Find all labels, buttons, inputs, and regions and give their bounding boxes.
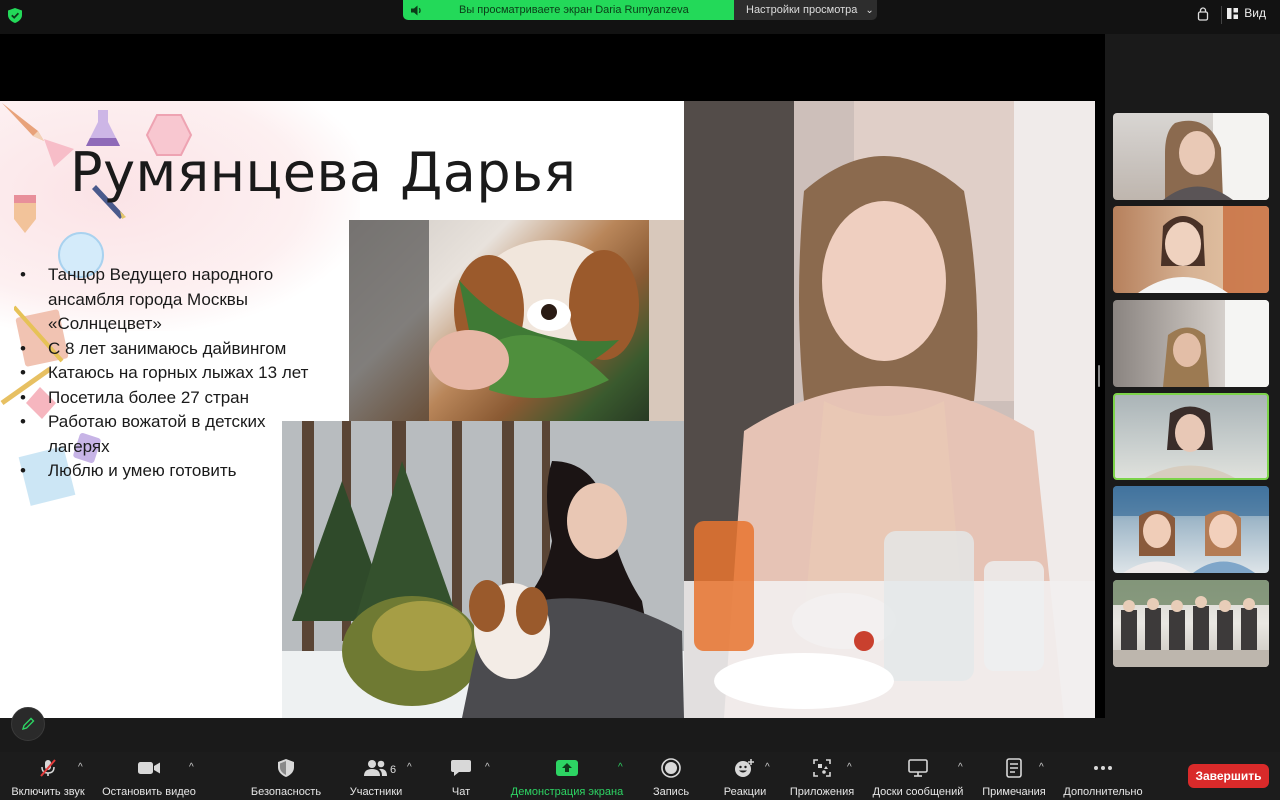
apps-options-caret-icon[interactable]: ^ <box>847 762 852 773</box>
gallery-gutter <box>1095 34 1105 718</box>
chat-bubble-icon <box>451 760 471 776</box>
video-camera-icon <box>138 762 160 774</box>
participants-icon <box>364 760 387 776</box>
top-bar: Вы просматриваете экран Daria Rumyanzeva… <box>0 0 1280 34</box>
participant-illustration <box>1145 406 1235 478</box>
notes-label: Примечания <box>982 786 1046 798</box>
security-button[interactable]: Безопасность <box>248 758 324 798</box>
participant-video-tile[interactable] <box>1113 486 1269 573</box>
more-button[interactable]: Дополнительно <box>1060 758 1146 798</box>
participant-group-illustration <box>1113 580 1269 667</box>
apps-icon <box>813 759 831 777</box>
participants-count: 6 <box>390 764 397 776</box>
participant-video-tile[interactable] <box>1113 206 1269 293</box>
presentation-slide: Румянцева Дарья Танцор Ведущего народног… <box>0 101 1095 718</box>
record-icon <box>661 758 681 778</box>
audio-options-caret-icon[interactable]: ^ <box>78 762 83 773</box>
chat-label: Чат <box>451 786 471 798</box>
stop-video-label: Остановить видео <box>102 786 196 798</box>
bullet-item: Люблю и умею готовить <box>20 459 320 484</box>
bullet-item: С 8 лет занимаюсь дайвингом <box>20 337 320 362</box>
whiteboard-icon <box>908 759 928 777</box>
more-label: Дополнительно <box>1063 786 1143 798</box>
more-dots-icon <box>1094 766 1112 770</box>
whiteboards-options-caret-icon[interactable]: ^ <box>958 762 963 773</box>
bullet-item: Работаю вожатой в детских лагерях <box>20 410 320 459</box>
reactions-label: Реакции <box>723 786 767 798</box>
chat-button[interactable]: Чат <box>447 758 475 798</box>
participant-illustration <box>1163 300 1269 387</box>
photo-portrait <box>684 101 1095 718</box>
view-button[interactable]: Вид <box>1227 6 1266 20</box>
meeting-toolbar: Включить звук ^ Остановить видео ^ Безоп… <box>0 752 1280 800</box>
screen-share-banner: Вы просматриваете экран Daria Rumyanzeva… <box>403 0 877 20</box>
portrait-illustration <box>684 101 1095 718</box>
view-settings-label: Настройки просмотра <box>746 4 858 16</box>
apps-label: Приложения <box>789 786 855 798</box>
reactions-button[interactable]: Реакции <box>720 758 770 798</box>
view-label: Вид <box>1244 6 1266 20</box>
share-screen-button[interactable]: Демонстрация экрана <box>506 758 628 798</box>
pencil-tip-illustration <box>14 195 36 233</box>
unmute-label: Включить звук <box>11 786 85 798</box>
participant-video-tile[interactable] <box>1113 113 1269 200</box>
share-options-caret-icon[interactable]: ^ <box>618 762 623 773</box>
whiteboards-label: Доски сообщений <box>872 786 964 798</box>
chevron-down-icon: ⌄ <box>865 4 874 16</box>
view-settings-dropdown[interactable]: Настройки просмотра ⌄ <box>734 0 877 20</box>
chat-options-caret-icon[interactable]: ^ <box>485 762 490 773</box>
divider <box>1221 6 1222 24</box>
connect-audio-icon[interactable] <box>1197 7 1209 21</box>
pencil-icon <box>21 717 35 731</box>
notes-options-caret-icon[interactable]: ^ <box>1039 762 1044 773</box>
forest-scene-illustration <box>282 421 684 718</box>
participants-button[interactable]: Участники 6 <box>346 758 406 798</box>
annotate-button[interactable] <box>11 707 45 741</box>
bullet-list: Танцор Ведущего народного ансамбля город… <box>20 263 320 484</box>
participants-options-caret-icon[interactable]: ^ <box>407 762 412 773</box>
slide-title: Румянцева Дарья <box>70 141 577 204</box>
participant-illustration <box>1163 113 1269 200</box>
security-shield-icon[interactable] <box>8 8 22 23</box>
emoji-icon <box>735 759 754 777</box>
whiteboards-button[interactable]: Доски сообщений <box>868 758 968 798</box>
participant-video-tile-active-speaker[interactable] <box>1113 393 1269 480</box>
dog-closeup-illustration <box>349 220 684 421</box>
bullet-item: Катаюсь на горных лыжах 13 лет <box>20 361 320 386</box>
participant-illustration <box>1138 206 1269 293</box>
shield-icon <box>278 759 294 777</box>
photo-dog-closeup <box>349 220 684 421</box>
bullet-item: Танцор Ведущего народного ансамбля город… <box>20 263 320 337</box>
grid-icon <box>1227 7 1239 19</box>
share-screen-label: Демонстрация экрана <box>510 786 624 798</box>
record-button[interactable]: Запись <box>650 758 692 798</box>
photo-forest-with-dog <box>282 421 684 718</box>
end-meeting-button[interactable]: Завершить <box>1188 764 1269 788</box>
muted-microphone-icon <box>40 759 56 777</box>
sharing-label: Вы просматриваете экран Daria Rumyanzeva <box>459 4 689 16</box>
share-screen-icon <box>556 760 578 776</box>
reactions-options-caret-icon[interactable]: ^ <box>765 762 770 773</box>
notes-icon <box>1006 758 1022 778</box>
speaker-icon[interactable] <box>411 5 423 16</box>
participant-video-tile[interactable] <box>1113 580 1269 667</box>
participant-video-tile[interactable] <box>1113 300 1269 387</box>
stop-video-button[interactable]: Остановить видео <box>100 758 198 798</box>
splitter-handle[interactable] <box>1098 365 1100 387</box>
security-label: Безопасность <box>250 786 322 798</box>
sharing-indicator: Вы просматриваете экран Daria Rumyanzeva <box>403 0 734 20</box>
participants-label: Участники <box>349 786 403 798</box>
video-options-caret-icon[interactable]: ^ <box>189 762 194 773</box>
shared-screen: Румянцева Дарья Танцор Ведущего народног… <box>0 34 1095 718</box>
participant-illustration <box>1113 486 1269 573</box>
bullet-item: Посетила более 27 стран <box>20 386 320 411</box>
record-label: Запись <box>652 786 690 798</box>
unmute-button[interactable]: Включить звук <box>8 758 88 798</box>
